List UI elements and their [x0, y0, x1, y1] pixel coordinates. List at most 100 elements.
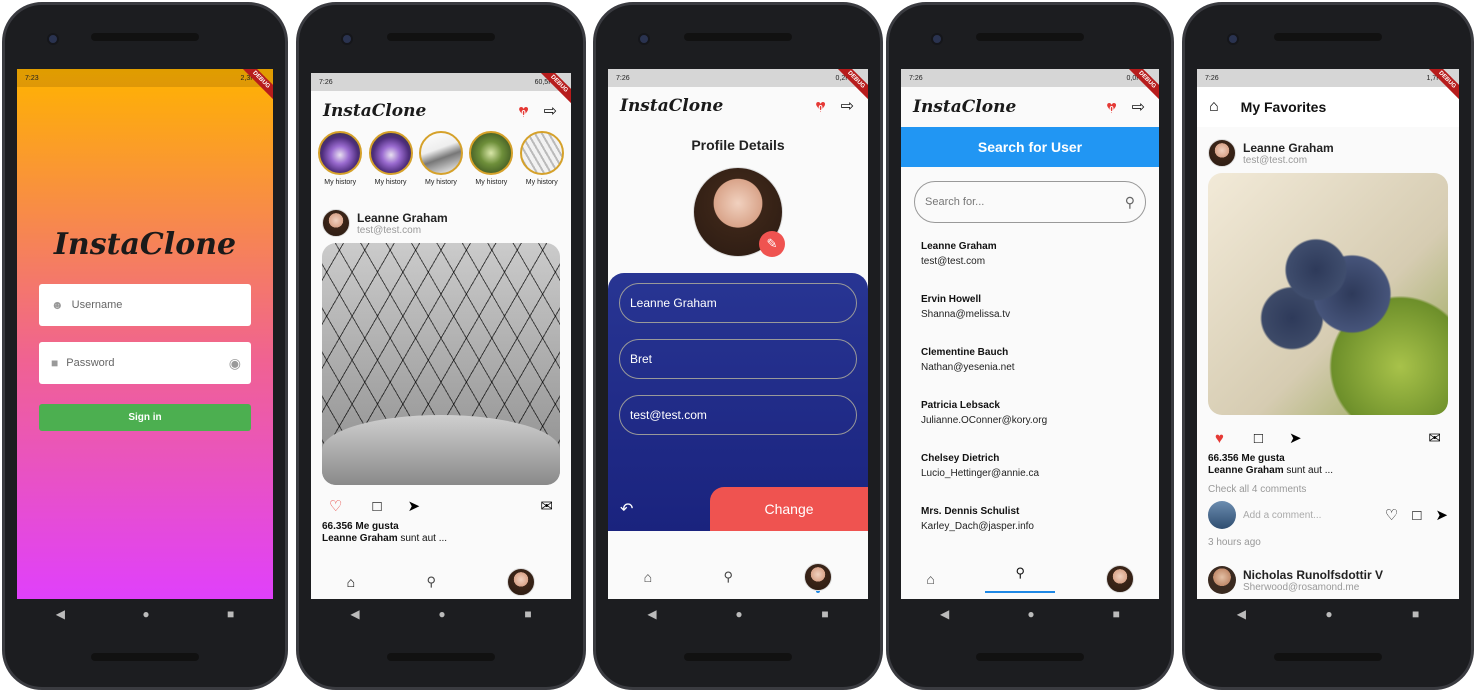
- list-item[interactable]: Patricia Lebsack Julianne.OConner@kory.or…: [901, 400, 1159, 453]
- app-logo: InstaClone: [53, 227, 237, 262]
- likes-count: 66.356 Me gusta: [322, 521, 399, 532]
- back-icon[interactable]: ◀: [56, 607, 65, 621]
- home-tab-icon[interactable]: ⌂: [644, 569, 652, 585]
- recents-icon[interactable]: ■: [227, 607, 234, 621]
- home-tab-icon[interactable]: ⌂: [926, 571, 934, 587]
- eye-icon[interactable]: ◉: [229, 355, 241, 372]
- story-item[interactable]: My history: [368, 131, 414, 195]
- name-field[interactable]: Leanne Graham: [619, 283, 857, 323]
- caption: Leanne Graham sunt aut ...: [311, 532, 571, 544]
- comment-heart-icon[interactable]: ♡: [1385, 506, 1398, 524]
- list-item[interactable]: Ervin Howell Shanna@melissa.tv: [901, 294, 1159, 347]
- list-item[interactable]: Mrs. Dennis Schulist Karley_Dach@jasper.i…: [901, 506, 1159, 559]
- comment-icon[interactable]: □: [1254, 430, 1263, 447]
- back-icon[interactable]: ◀: [1237, 607, 1246, 621]
- status-time: 7:26: [909, 74, 923, 82]
- home-icon[interactable]: ●: [438, 607, 445, 621]
- status-bar: 7:26 60,5KB/s DEBUG: [311, 73, 571, 109]
- story-item[interactable]: My history: [317, 131, 363, 195]
- story-item[interactable]: My history: [519, 131, 565, 195]
- recents-icon[interactable]: ■: [821, 607, 828, 621]
- caption-user[interactable]: Leanne Graham: [322, 533, 398, 544]
- change-button[interactable]: Change: [710, 487, 868, 531]
- send-icon[interactable]: ➤: [1435, 506, 1448, 524]
- favorites-heart-icon[interactable]: ♥ 0: [811, 97, 831, 115]
- search-tab-icon[interactable]: ⚲: [723, 569, 733, 585]
- post-username[interactable]: Leanne Graham: [1243, 141, 1334, 155]
- favorites-heart-icon[interactable]: ♥ 0: [1102, 98, 1122, 116]
- comment-icon[interactable]: □: [372, 498, 381, 515]
- post-header: Leanne Graham test@test.com: [1197, 127, 1459, 173]
- sign-in-button[interactable]: Sign in: [39, 404, 251, 431]
- commenter-avatar: [1208, 501, 1236, 529]
- mail-icon[interactable]: ✉: [1428, 429, 1441, 447]
- user-avatar[interactable]: [1208, 566, 1236, 594]
- recents-icon[interactable]: ■: [524, 607, 531, 621]
- speaker-grille: [684, 33, 792, 41]
- home-tab-icon[interactable]: ⌂: [347, 574, 355, 590]
- story-item[interactable]: My history: [418, 131, 464, 195]
- back-icon[interactable]: ◀: [940, 607, 949, 621]
- home-icon[interactable]: ⌂: [1209, 98, 1219, 116]
- post-username[interactable]: Nicholas Runolfsdottir V: [1243, 568, 1383, 582]
- user-name: Clementine Bauch: [921, 347, 1009, 358]
- user-avatar[interactable]: [322, 209, 350, 237]
- favorites-heart-icon[interactable]: ♥ 0: [514, 102, 534, 120]
- edit-pencil-icon[interactable]: ✎: [759, 231, 785, 257]
- profile-tab-avatar[interactable]: [507, 568, 536, 596]
- status-bar: 7:23 2,3KB/s DEBUG: [17, 69, 273, 105]
- comment-input[interactable]: Add a comment...: [1243, 510, 1321, 521]
- mail-icon[interactable]: ✉: [540, 497, 553, 515]
- password-field[interactable]: ■ Password ◉: [39, 342, 251, 384]
- post-image[interactable]: [322, 243, 560, 485]
- view-comments-link[interactable]: Check all 4 comments: [1197, 476, 1459, 495]
- profile-tab-avatar[interactable]: [1105, 565, 1134, 593]
- story-item[interactable]: My history: [468, 131, 514, 195]
- login-screen: 7:23 2,3KB/s DEBUG InstaClone ☻ Username…: [17, 69, 273, 599]
- search-icon[interactable]: ⚲: [1125, 194, 1135, 211]
- undo-icon[interactable]: ↶: [620, 499, 633, 519]
- list-item[interactable]: Chelsey Dietrich Lucio_Hettinger@annie.ca: [901, 453, 1159, 506]
- logout-icon[interactable]: ⇨: [841, 96, 854, 116]
- post-actions: ♥ □ ➤ ✉: [1197, 415, 1459, 448]
- search-input[interactable]: Search for... ⚲: [914, 181, 1146, 223]
- home-icon[interactable]: ●: [1325, 607, 1332, 621]
- user-email: test@test.com: [921, 256, 986, 267]
- post-image[interactable]: [1208, 173, 1448, 415]
- profile-tab-avatar[interactable]: [804, 563, 833, 591]
- caption-user[interactable]: Leanne Graham: [1208, 465, 1284, 476]
- app-logo: InstaClone: [913, 97, 1017, 117]
- user-name: Mrs. Dennis Schulist: [921, 506, 1020, 517]
- list-item[interactable]: Leanne Graham test@test.com: [901, 241, 1159, 294]
- profile-screen: 7:26 0,2KB/s DEBUG InstaClone ♥0 ⇨ Profi…: [608, 69, 868, 599]
- send-icon[interactable]: ➤: [1289, 429, 1302, 447]
- story-avatar: [418, 131, 463, 175]
- username-field[interactable]: ☻ Username: [39, 284, 251, 326]
- logout-icon[interactable]: ⇨: [544, 101, 557, 121]
- recents-icon[interactable]: ■: [1412, 607, 1419, 621]
- home-icon[interactable]: ●: [142, 607, 149, 621]
- email-field[interactable]: test@test.com: [619, 395, 857, 435]
- post-header: Leanne Graham test@test.com: [311, 195, 571, 243]
- like-heart-icon[interactable]: ♡: [329, 497, 342, 515]
- home-icon[interactable]: ●: [735, 607, 742, 621]
- speaker-grille: [91, 33, 199, 41]
- recents-icon[interactable]: ■: [1113, 607, 1120, 621]
- front-camera: [638, 33, 650, 45]
- home-icon[interactable]: ●: [1027, 607, 1034, 621]
- user-avatar[interactable]: [1208, 139, 1236, 167]
- logout-icon[interactable]: ⇨: [1132, 97, 1145, 117]
- post-username[interactable]: Leanne Graham: [357, 211, 448, 225]
- liked-heart-icon[interactable]: ♥: [1215, 430, 1224, 447]
- back-icon[interactable]: ◀: [647, 607, 656, 621]
- search-tab-icon[interactable]: ⚲: [985, 565, 1055, 593]
- story-label: My history: [425, 179, 457, 186]
- android-nav: ◀ ● ■: [608, 599, 868, 629]
- user-email: Shanna@melissa.tv: [921, 309, 1011, 320]
- search-tab-icon[interactable]: ⚲: [426, 574, 436, 590]
- send-icon[interactable]: ➤: [408, 497, 421, 515]
- username-field[interactable]: Bret: [619, 339, 857, 379]
- back-icon[interactable]: ◀: [350, 607, 359, 621]
- comment-icon[interactable]: □: [1412, 507, 1421, 524]
- list-item[interactable]: Clementine Bauch Nathan@yesenia.net: [901, 347, 1159, 400]
